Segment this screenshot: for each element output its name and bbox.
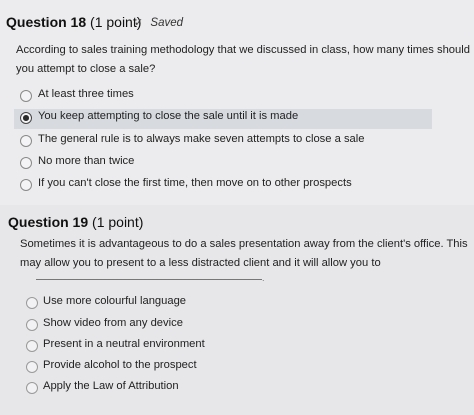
checkmark-icon: ✓ (134, 17, 144, 29)
question-prompt: Sometimes it is advantageous to do a sal… (20, 235, 468, 273)
answer-label[interactable]: At least three times (38, 88, 134, 100)
saved-label: Saved (150, 17, 184, 29)
answer-option[interactable]: No more than twice (0, 154, 474, 174)
prompt-line: you attempt to close a sale? (16, 63, 156, 75)
radio-button[interactable] (26, 319, 38, 331)
answer-option[interactable]: If you can't close the first time, then … (0, 176, 474, 196)
answer-label[interactable]: You keep attempting to close the sale un… (38, 110, 298, 122)
answer-label[interactable]: If you can't close the first time, then … (38, 177, 352, 189)
radio-button[interactable] (26, 297, 38, 309)
radio-button[interactable] (26, 361, 38, 373)
answer-option[interactable]: At least three times (0, 87, 474, 107)
radio-button-selected[interactable] (20, 112, 32, 124)
saved-status: ✓ Saved (134, 16, 183, 29)
question-title: Question 19 (8, 214, 89, 230)
question-19-header: Question 19 (1 point) (8, 214, 143, 230)
answer-option[interactable]: Apply the Law of Attribution (0, 379, 474, 399)
question-points: (1 point) (92, 214, 144, 230)
prompt-line: According to sales training methodology … (16, 44, 470, 56)
question-18-panel: Question 18 (1 point) ✓ Saved According … (0, 0, 474, 205)
fill-in-blank-line (36, 279, 262, 280)
answer-option[interactable]: Provide alcohol to the prospect (0, 358, 474, 378)
question-18-header: Question 18 (1 point) (6, 14, 141, 30)
answer-label[interactable]: Show video from any device (43, 317, 183, 329)
answer-label[interactable]: Provide alcohol to the prospect (43, 359, 197, 371)
answer-option[interactable]: The general rule is to always make seven… (0, 132, 474, 152)
prompt-line: may allow you to present to a less distr… (20, 257, 381, 269)
radio-button[interactable] (20, 90, 32, 102)
answer-option[interactable]: Use more colourful language (0, 294, 474, 314)
question-title: Question 18 (6, 14, 87, 30)
answer-label[interactable]: No more than twice (38, 155, 134, 167)
radio-button[interactable] (20, 157, 32, 169)
radio-button[interactable] (26, 340, 38, 352)
answer-label[interactable]: Apply the Law of Attribution (43, 380, 179, 392)
blank-period: . (262, 273, 265, 283)
answer-label[interactable]: Present in a neutral environment (43, 338, 205, 350)
answer-option-selected[interactable]: You keep attempting to close the sale un… (14, 109, 432, 129)
radio-button[interactable] (20, 179, 32, 191)
answer-label[interactable]: Use more colourful language (43, 295, 186, 307)
answer-label[interactable]: The general rule is to always make seven… (38, 133, 364, 145)
radio-button[interactable] (26, 382, 38, 394)
answer-option[interactable]: Present in a neutral environment (0, 337, 474, 357)
prompt-line: Sometimes it is advantageous to do a sal… (20, 238, 468, 250)
answer-option[interactable]: Show video from any device (0, 316, 474, 336)
question-prompt: According to sales training methodology … (16, 41, 470, 79)
radio-button[interactable] (20, 135, 32, 147)
